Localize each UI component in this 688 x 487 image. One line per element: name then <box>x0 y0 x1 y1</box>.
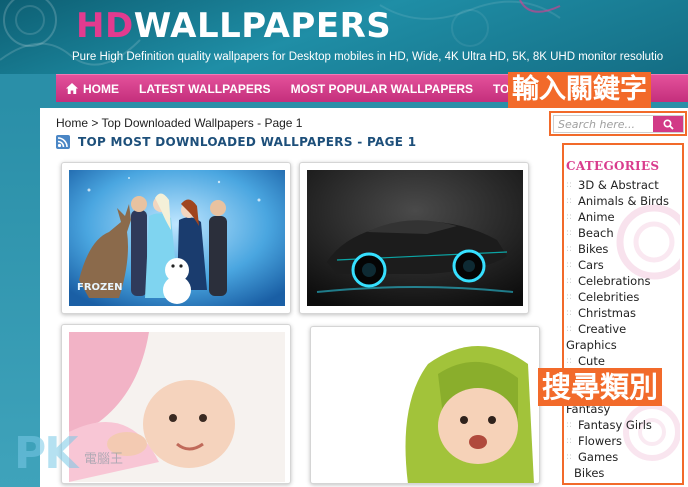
logo-hd: HD <box>76 6 134 46</box>
wallpaper-thumb-baby-green[interactable] <box>310 326 540 484</box>
search-annotation-box <box>549 111 687 136</box>
site-tagline: Pure High Definition quality wallpapers … <box>72 51 664 63</box>
frozen-caption: FROZEN <box>77 282 122 293</box>
nav-latest-wallpapers[interactable]: LATEST WALLPAPERS <box>129 75 281 102</box>
car-image <box>307 170 523 306</box>
search-annotation-label: 輸入關鍵字 <box>508 72 651 108</box>
nav-most-popular-wallpapers[interactable]: MOST POPULAR WALLPAPERS <box>281 75 483 102</box>
site-header: HDWALLPAPERS Pure High Definition qualit… <box>0 0 688 74</box>
nav-home[interactable]: HOME <box>56 75 129 102</box>
rss-icon[interactable] <box>56 135 70 149</box>
watermark-logo: PK <box>14 428 78 479</box>
site-logo[interactable]: HDWALLPAPERS <box>76 6 391 48</box>
home-icon <box>66 83 78 94</box>
category-annotation-label: 搜尋類別 <box>538 368 663 406</box>
nav-home-label: HOME <box>83 81 119 96</box>
wallpaper-thumb-car[interactable] <box>299 162 529 314</box>
watermark-subtitle: 電腦王 <box>84 452 124 467</box>
logo-wallpapers: WALLPAPERS <box>133 6 392 46</box>
breadcrumb[interactable]: Home > Top Downloaded Wallpapers - Page … <box>56 116 302 130</box>
category-annotation-box <box>562 143 684 485</box>
frozen-image: FROZEN <box>69 170 285 306</box>
page-title-row: TOP MOST DOWNLOADED WALLPAPERS - PAGE 1 <box>56 135 416 149</box>
baby-green-image <box>318 334 534 483</box>
wallpaper-thumb-frozen[interactable]: FROZEN <box>61 162 291 314</box>
page-title: TOP MOST DOWNLOADED WALLPAPERS - PAGE 1 <box>78 135 417 149</box>
